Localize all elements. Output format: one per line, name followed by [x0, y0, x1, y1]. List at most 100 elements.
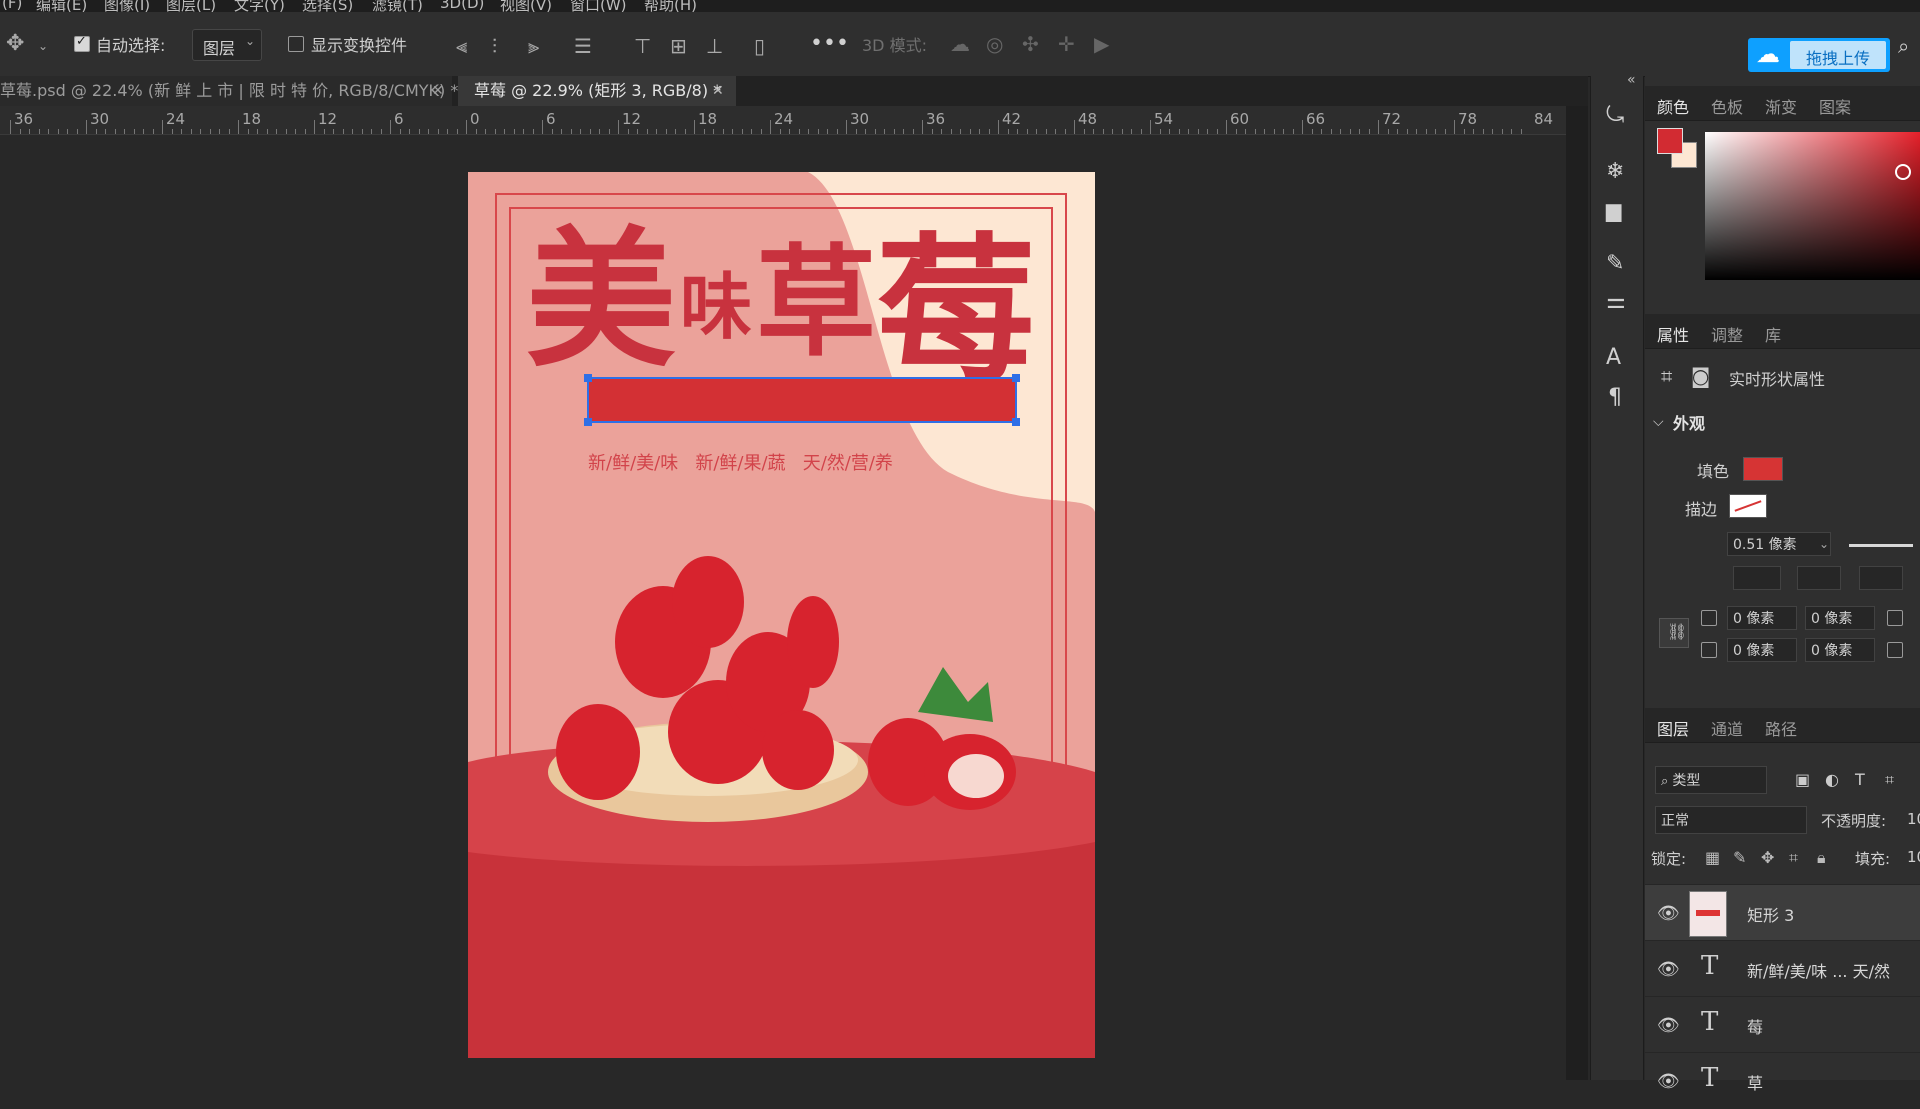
chevron-down-icon[interactable]: ⌄	[1819, 534, 1829, 554]
layer-row[interactable]: 👁︎ T 草	[1645, 1052, 1920, 1109]
tab-layers[interactable]: 图层	[1657, 716, 1689, 740]
align-middle-v-icon[interactable]: ⊞	[670, 36, 687, 56]
3d-orbit-icon[interactable]: ☁	[950, 34, 970, 54]
chevron-down-icon[interactable]: ⌄	[38, 36, 48, 56]
tab-document-1[interactable]: 草莓.psd @ 22.4% (新 鲜 上 市 | 限 时 特 价, RGB/8…	[0, 76, 458, 106]
distribute-v-icon[interactable]: ▯	[754, 36, 765, 56]
close-icon[interactable]: ✕	[712, 76, 724, 106]
menu-item-edit[interactable]: 编辑(E)	[36, 0, 87, 12]
color-picker-cursor[interactable]	[1895, 164, 1911, 180]
menu-item-view[interactable]: 视图(V)	[500, 0, 552, 12]
lock-artboard-icon[interactable]: ⌗	[1789, 848, 1798, 868]
fill-color-swatch[interactable]	[1743, 457, 1783, 481]
menu-item-image[interactable]: 图像(I)	[104, 0, 150, 12]
corner-radius-br-field[interactable]: 0 像素	[1805, 638, 1875, 662]
horizontal-ruler[interactable]: 36 30 24 18 12 6 0 6 12 18 24 30 36 42 4…	[0, 106, 1566, 135]
poster-artwork: 美 味 草 莓 新/鲜/美/味 新/鲜/果/蔬 天/然/营/养	[468, 172, 1095, 1058]
tab-gradients[interactable]: 渐变	[1765, 94, 1797, 118]
layer-row[interactable]: 👁︎ 矩形 3	[1645, 884, 1920, 941]
stroke-width-field[interactable]: 0.51 像素	[1727, 532, 1831, 556]
eye-icon[interactable]: 👁︎	[1657, 1071, 1680, 1092]
eye-icon[interactable]: 👁︎	[1657, 959, 1680, 980]
character-icon[interactable]: A	[1606, 347, 1621, 369]
foreground-color-swatch[interactable]	[1657, 128, 1683, 154]
tab-adjustments[interactable]: 调整	[1711, 322, 1743, 346]
corner-radius-tl-field[interactable]: 0 像素	[1727, 606, 1797, 630]
image-filter-icon[interactable]: ▣	[1795, 770, 1810, 790]
sliders-icon[interactable]: ⚌	[1606, 291, 1626, 313]
menu-item-window[interactable]: 窗口(W)	[570, 0, 627, 12]
menu-item-3d[interactable]: 3D(D)	[440, 0, 484, 12]
layer-row[interactable]: 👁︎ T 莓	[1645, 996, 1920, 1053]
stroke-corners-dropdown[interactable]	[1859, 566, 1903, 590]
layer-filter-dropdown[interactable]: ⌕ 类型	[1655, 766, 1767, 794]
tab-color[interactable]: 颜色	[1657, 94, 1689, 118]
tab-document-2[interactable]: 草莓 @ 22.9% (矩形 3, RGB/8) * ✕	[458, 76, 736, 106]
lock-pixels-icon[interactable]: ✎	[1733, 848, 1746, 868]
menu-item-help[interactable]: 帮助(H)	[644, 0, 697, 12]
menu-item[interactable]: (F)	[2, 0, 22, 12]
tab-libraries[interactable]: 库	[1765, 322, 1781, 346]
tab-swatches[interactable]: 色板	[1711, 94, 1743, 118]
align-left-icon[interactable]: ⫷	[456, 36, 467, 56]
lock-all-icon[interactable]: 🔒︎	[1817, 848, 1826, 868]
corner-radius-tr-field[interactable]: 0 像素	[1805, 606, 1875, 630]
paragraph-icon[interactable]: ¶	[1608, 387, 1622, 409]
tab-properties[interactable]: 属性	[1657, 322, 1689, 346]
stroke-style-line[interactable]	[1849, 544, 1913, 547]
ruler-tick	[1216, 129, 1218, 134]
stroke-align-dropdown[interactable]	[1733, 566, 1781, 590]
blend-mode-dropdown[interactable]: 正常	[1655, 806, 1807, 834]
ruler-tick	[846, 120, 847, 134]
histogram-icon[interactable]: ▆	[1606, 200, 1621, 220]
distribute-icon[interactable]: ☰	[574, 36, 592, 56]
auto-select-target-dropdown[interactable]: 图层 ⌄	[192, 29, 262, 61]
close-icon[interactable]: ✕	[432, 76, 444, 106]
ruler-tick	[399, 129, 401, 134]
corner-radius-bl-field[interactable]: 0 像素	[1727, 638, 1797, 662]
chevron-down-icon[interactable]: ⌵	[1653, 412, 1664, 432]
move-tool-icon[interactable]: ✥	[6, 33, 24, 55]
history-icon[interactable]: ⤿	[1606, 105, 1624, 127]
show-transform-checkbox[interactable]	[288, 36, 304, 52]
align-top-icon[interactable]: ⊤	[634, 36, 651, 56]
auto-select-checkbox[interactable]	[74, 34, 90, 52]
more-options-icon[interactable]: •••	[810, 33, 849, 55]
tab-patterns[interactable]: 图案	[1819, 94, 1851, 118]
tab-paths[interactable]: 路径	[1765, 716, 1797, 740]
ruler-tick	[143, 129, 144, 134]
menu-item-filter[interactable]: 滤镜(T)	[372, 0, 423, 12]
3d-camera-icon[interactable]: ▶	[1094, 34, 1109, 54]
search-icon[interactable]: ⌕	[1898, 36, 1909, 56]
collapse-panels-icon[interactable]: «	[1627, 70, 1636, 90]
vertical-scrollbar[interactable]	[1566, 106, 1588, 1080]
opacity-value[interactable]: 10	[1907, 810, 1920, 828]
3d-slide-icon[interactable]: ✛	[1058, 34, 1075, 54]
poster-document[interactable]: 美 味 草 莓 新/鲜/美/味 新/鲜/果/蔬 天/然/营/养	[468, 172, 1095, 1058]
3d-roll-icon[interactable]: ◎	[986, 34, 1003, 54]
menu-item-select[interactable]: 选择(S)	[302, 0, 353, 12]
eye-icon[interactable]: 👁︎	[1657, 1015, 1680, 1036]
align-center-h-icon[interactable]: ⫶	[492, 36, 497, 56]
brush-settings-icon[interactable]: ✎	[1606, 253, 1624, 275]
stroke-swatch[interactable]	[1729, 494, 1767, 518]
type-filter-icon[interactable]: T	[1855, 770, 1865, 790]
ruler-tick-label: 30	[90, 110, 110, 128]
align-bottom-icon[interactable]: ⊥	[706, 36, 723, 56]
stroke-caps-dropdown[interactable]	[1797, 566, 1841, 590]
fill-value[interactable]: 10	[1907, 848, 1920, 866]
tab-channels[interactable]: 通道	[1711, 716, 1743, 740]
upload-button[interactable]: ☁ 拖拽上传	[1748, 38, 1890, 72]
shape-filter-icon[interactable]: ⌗	[1885, 770, 1894, 790]
lock-transparent-icon[interactable]: ▦	[1705, 848, 1720, 868]
align-right-icon[interactable]: ⫸	[528, 36, 539, 56]
eye-icon[interactable]: 👁︎	[1657, 903, 1680, 924]
color-picker-field[interactable]	[1705, 132, 1920, 280]
lock-position-icon[interactable]: ✥	[1761, 848, 1774, 868]
adjustment-filter-icon[interactable]: ◐	[1825, 770, 1839, 790]
adjust-icon[interactable]: ❄	[1606, 161, 1624, 183]
layer-row[interactable]: 👁︎ T 新/鲜/美/味 ... 天/然	[1645, 940, 1920, 997]
menu-item-layer[interactable]: 图层(L)	[166, 0, 216, 12]
3d-pan-icon[interactable]: ✣	[1022, 34, 1039, 54]
menu-item-type[interactable]: 文字(Y)	[234, 0, 285, 12]
